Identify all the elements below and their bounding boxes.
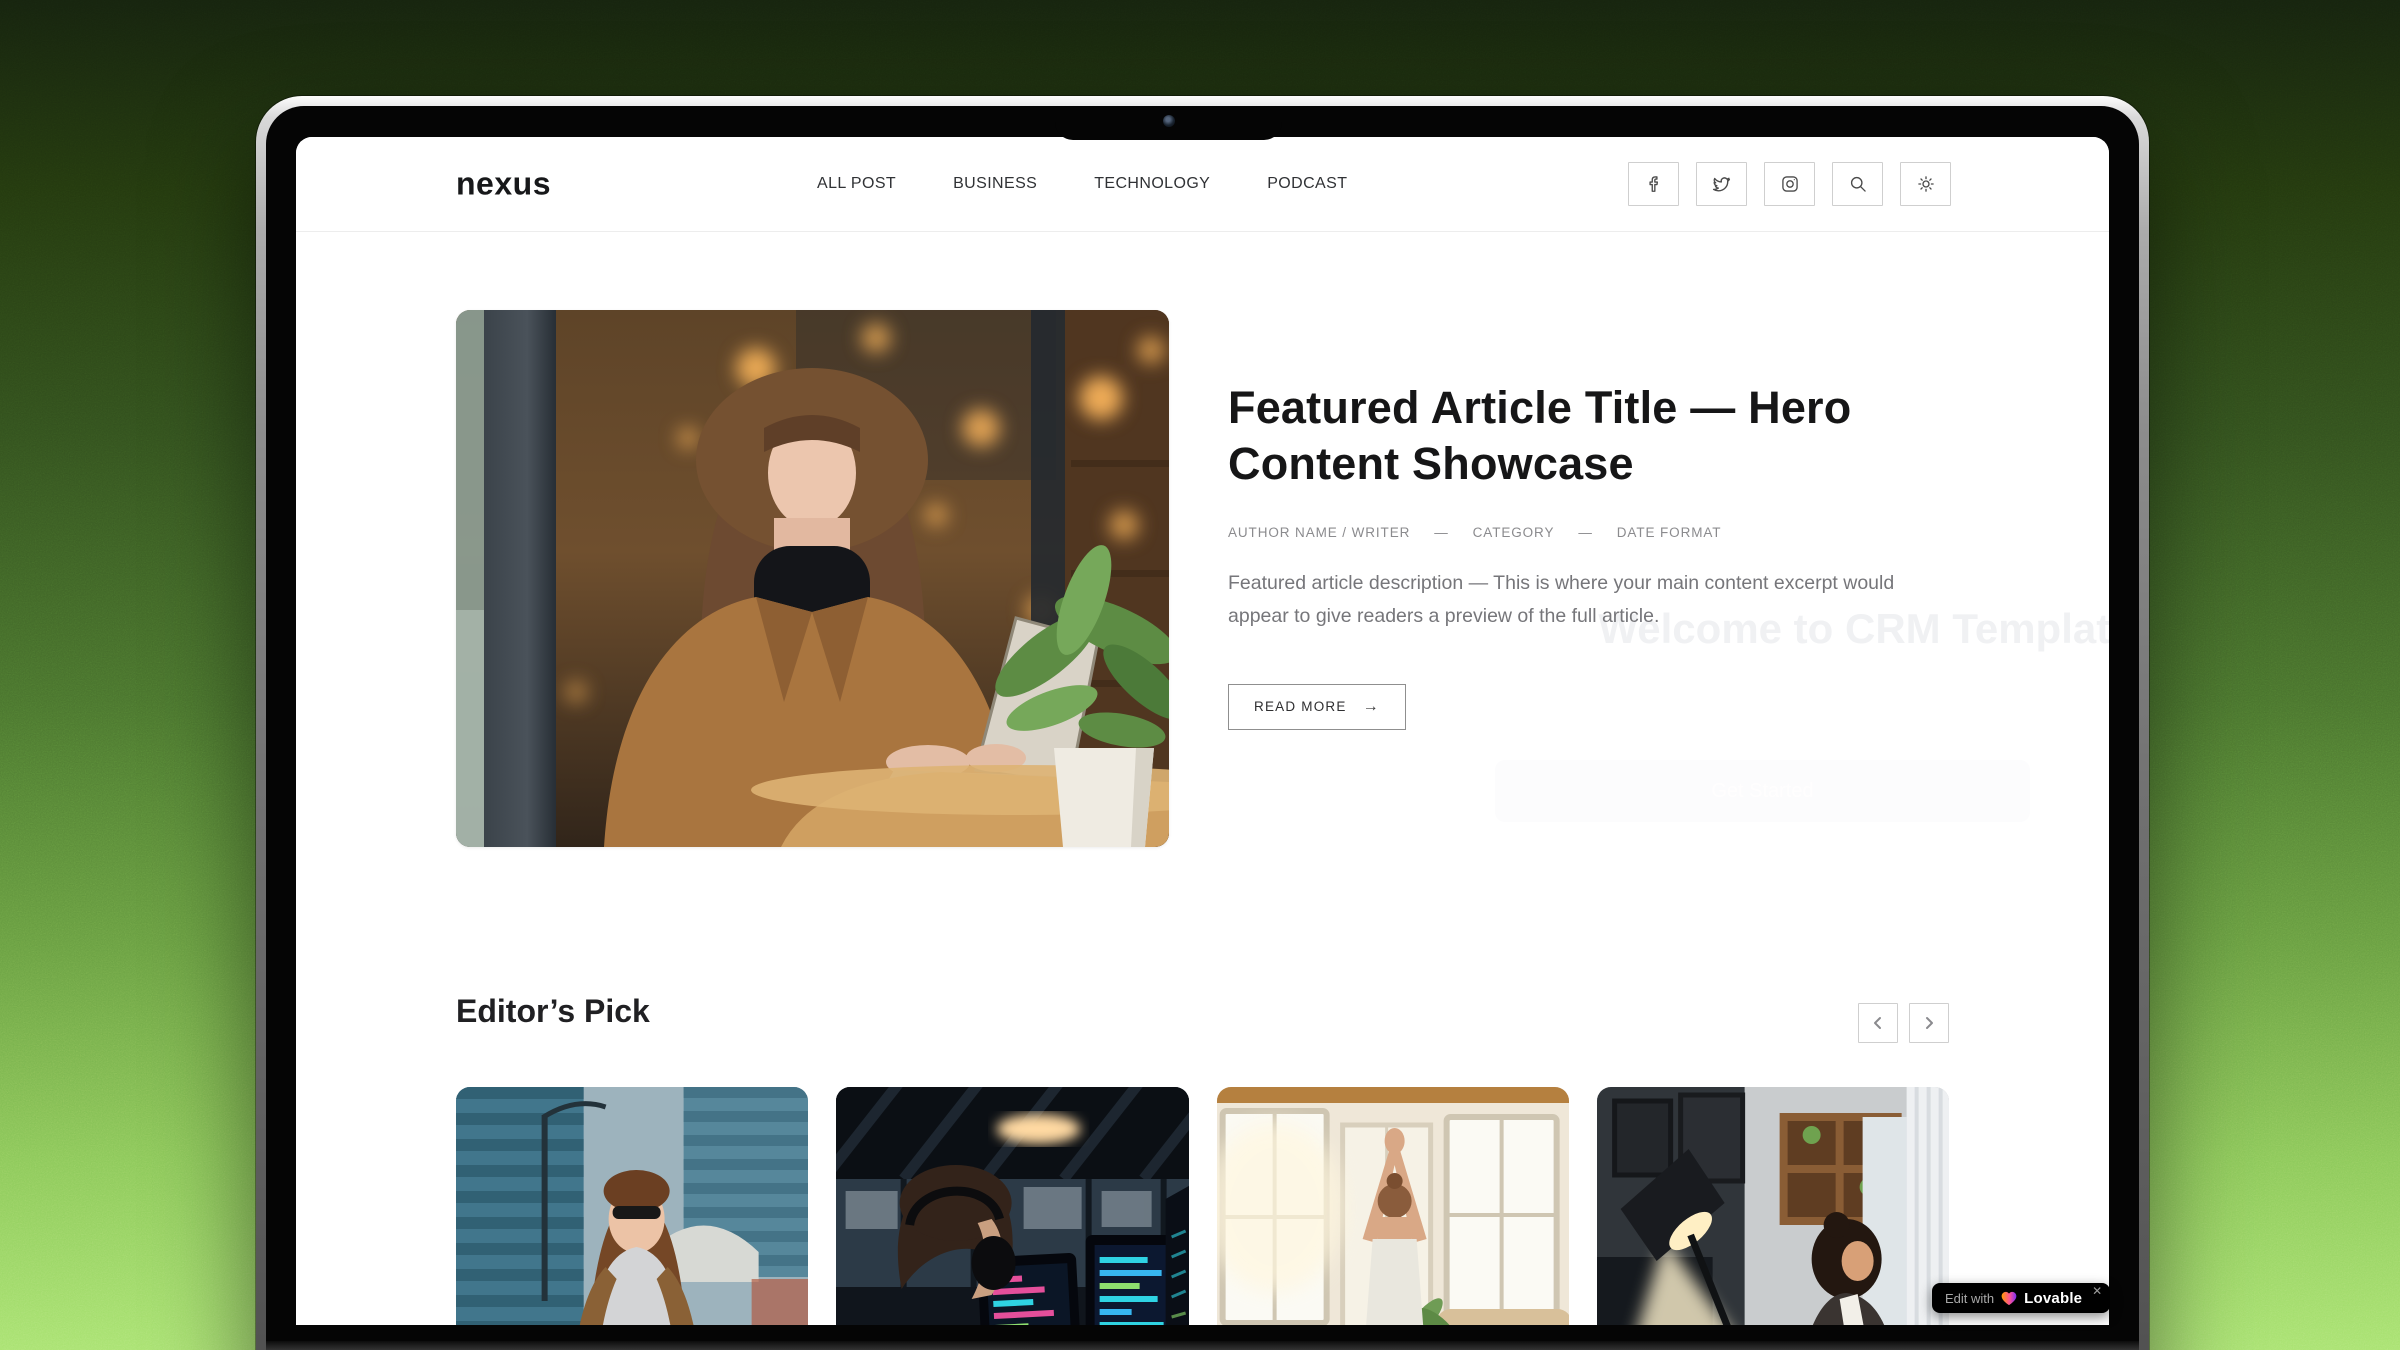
chevron-left-icon [1870, 1015, 1886, 1031]
cafe-woman-laptop-photo [456, 310, 1169, 847]
read-more-button[interactable]: READ MORE → [1228, 684, 1406, 730]
laptop-mockup: nexus ALL POST BUSINESS TECHNOLOGY PODCA… [256, 96, 2149, 1350]
lovable-badge-brand: Lovable [2024, 1290, 2082, 1307]
theme-sun-icon [1916, 174, 1936, 194]
laptop-notch [1055, 106, 1282, 140]
site-header: nexus ALL POST BUSINESS TECHNOLOGY PODCA… [296, 137, 2109, 232]
card-developer-workstation[interactable] [836, 1087, 1188, 1325]
carousel-next-button[interactable] [1909, 1003, 1949, 1043]
desktop-wallpaper: nexus ALL POST BUSINESS TECHNOLOGY PODCA… [0, 0, 2400, 1350]
featured-article-content: Featured Article Title — Hero Content Sh… [1228, 380, 1968, 730]
search-button[interactable] [1832, 162, 1883, 206]
instagram-button[interactable] [1764, 162, 1815, 206]
lovable-badge[interactable]: Edit with Lovable ✕ [1932, 1283, 2110, 1313]
browser-screen: nexus ALL POST BUSINESS TECHNOLOGY PODCA… [296, 137, 2109, 1325]
featured-article-description: Featured article description — This is w… [1228, 567, 1953, 634]
meta-separator: — [1434, 525, 1448, 540]
carousel-prev-button[interactable] [1858, 1003, 1898, 1043]
arrow-right-icon: → [1363, 698, 1380, 716]
header-actions [1628, 162, 1951, 206]
home-office-photo [1597, 1087, 1949, 1325]
street-style-fashion-photo [456, 1087, 808, 1325]
featured-article-title: Featured Article Title — Hero Content Sh… [1228, 380, 1968, 492]
theme-toggle-button[interactable] [1900, 162, 1951, 206]
twitter-icon [1711, 174, 1732, 195]
search-icon [1848, 174, 1868, 194]
lovable-close-icon[interactable]: ✕ [2092, 1285, 2102, 1297]
lovable-badge-prefix: Edit with [1945, 1291, 1994, 1306]
meta-separator: — [1578, 525, 1592, 540]
main-nav: ALL POST BUSINESS TECHNOLOGY PODCAST [817, 137, 1347, 231]
instagram-icon [1780, 174, 1800, 194]
site-logo[interactable]: nexus [456, 166, 551, 203]
twitter-button[interactable] [1696, 162, 1747, 206]
nav-all-post[interactable]: ALL POST [817, 175, 896, 193]
nav-business[interactable]: BUSINESS [953, 175, 1037, 193]
ghost-get-started-button: Get Started [1495, 760, 2030, 822]
card-home-office[interactable] [1597, 1087, 1949, 1325]
developer-workstation-photo [836, 1087, 1188, 1325]
chevron-right-icon [1921, 1015, 1937, 1031]
laptop-hinge [266, 1341, 2139, 1350]
carousel-nav [1858, 1003, 1949, 1043]
meta-author: AUTHOR NAME / WRITER [1228, 525, 1410, 540]
card-street-style-fashion[interactable] [456, 1087, 808, 1325]
meta-date: DATE FORMAT [1617, 525, 1722, 540]
laptop-bezel: nexus ALL POST BUSINESS TECHNOLOGY PODCA… [266, 106, 2139, 1350]
editors-pick-heading: Editor’s Pick [456, 993, 650, 1030]
nav-podcast[interactable]: PODCAST [1267, 175, 1347, 193]
home-yoga-photo [1217, 1087, 1569, 1325]
read-more-label: READ MORE [1254, 699, 1347, 714]
featured-article-meta: AUTHOR NAME / WRITER — CATEGORY — DATE F… [1228, 525, 1968, 540]
facebook-button[interactable] [1628, 162, 1679, 206]
heart-icon [2001, 1291, 2017, 1306]
featured-article-image[interactable] [456, 310, 1169, 847]
meta-category: CATEGORY [1473, 525, 1555, 540]
webcam-icon [1163, 115, 1175, 127]
editors-pick-cards [456, 1087, 1949, 1325]
nav-technology[interactable]: TECHNOLOGY [1094, 175, 1210, 193]
facebook-icon [1644, 174, 1664, 194]
card-home-yoga[interactable] [1217, 1087, 1569, 1325]
